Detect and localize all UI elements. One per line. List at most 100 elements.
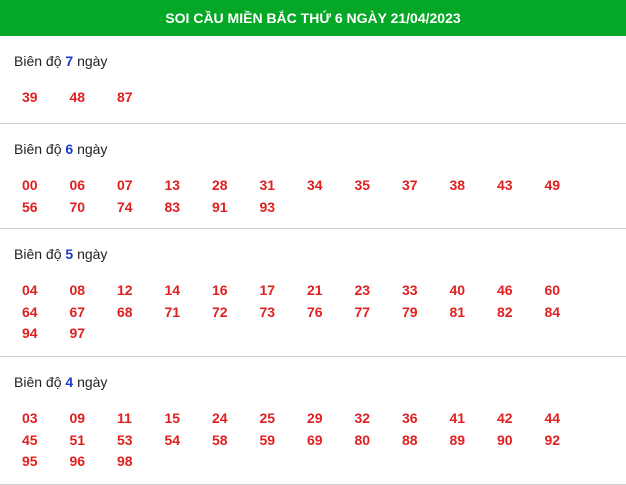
lottery-number: 67 <box>69 303 86 320</box>
section-title-prefix: Biên độ <box>14 246 62 262</box>
range-section-5-days: Biên độ 5 ngày 04 08 12 14 16 17 21 23 33 40 46 60 6… <box>0 229 626 357</box>
range-section-4-days: Biên độ 4 ngày 03 09 11 15 24 25 29 32 36 41 42 44 4… <box>0 357 626 485</box>
lottery-number: 94 <box>22 325 38 341</box>
lottery-number: 48 <box>69 89 86 105</box>
lottery-number: 64 <box>22 303 38 320</box>
lottery-number: 82 <box>497 303 513 320</box>
lottery-number: 74 <box>117 198 133 215</box>
lottery-number: 12 <box>117 282 133 298</box>
lottery-number: 39 <box>22 89 38 105</box>
section-title-suffix: ngày <box>77 374 108 390</box>
range-value: 7 <box>65 53 74 69</box>
lottery-number: 42 <box>497 410 513 426</box>
lottery-number: 95 <box>22 453 38 469</box>
section-title-prefix: Biên độ <box>14 374 62 390</box>
lottery-number: 73 <box>259 303 276 320</box>
lottery-number: 69 <box>307 431 323 448</box>
lottery-number: 04 <box>22 282 38 298</box>
lottery-number: 88 <box>402 431 418 448</box>
lottery-number: 44 <box>544 410 561 426</box>
lottery-number: 33 <box>402 282 418 298</box>
lottery-number: 24 <box>212 410 228 426</box>
lottery-number: 71 <box>164 303 181 320</box>
lottery-number: 96 <box>69 453 86 469</box>
lottery-number: 25 <box>259 410 276 426</box>
number-list: 03 09 11 15 24 25 29 32 36 41 42 44 45 51 53 54 58 59 69 80… <box>0 408 626 473</box>
lottery-number: 36 <box>402 410 418 426</box>
range-section-6-days: Biên độ 6 ngày 00 06 07 13 28 31 34 35 37 38 43 49 5… <box>0 124 626 229</box>
section-title-prefix: Biên độ <box>14 141 62 157</box>
range-value: 6 <box>65 141 74 157</box>
lottery-number: 13 <box>164 177 181 193</box>
lottery-number: 16 <box>212 282 228 298</box>
lottery-number: 31 <box>259 177 276 193</box>
lottery-number: 98 <box>117 453 133 469</box>
lottery-number: 51 <box>69 431 86 448</box>
lottery-number: 00 <box>22 177 38 193</box>
lottery-number: 08 <box>69 282 86 298</box>
lottery-number: 07 <box>117 177 133 193</box>
lottery-number: 79 <box>402 303 418 320</box>
lottery-number: 34 <box>307 177 323 193</box>
section-title-suffix: ngày <box>77 141 108 157</box>
lottery-number: 46 <box>497 282 513 298</box>
section-title-suffix: ngày <box>77 246 108 262</box>
lottery-number: 21 <box>307 282 323 298</box>
lottery-number: 83 <box>164 198 181 215</box>
lottery-number: 54 <box>164 431 181 448</box>
section-title-prefix: Biên độ <box>14 53 62 69</box>
lottery-number: 84 <box>544 303 561 320</box>
lottery-number: 70 <box>69 198 86 215</box>
section-title-suffix: ngày <box>77 53 108 69</box>
lottery-number: 90 <box>497 431 513 448</box>
number-list: 04 08 12 14 16 17 21 23 33 40 46 60 64 67 68 71 72 73 76 77… <box>0 280 626 345</box>
page-header: SOI CẦU MIỀN BẮC THỨ 6 NGÀY 21/04/2023 <box>0 0 626 36</box>
lottery-number: 23 <box>354 282 371 298</box>
number-list: 39 48 87 <box>0 87 626 109</box>
lottery-number: 77 <box>354 303 371 320</box>
lottery-number: 14 <box>164 282 181 298</box>
lottery-number: 76 <box>307 303 323 320</box>
lottery-number: 09 <box>69 410 86 426</box>
lottery-number: 43 <box>497 177 513 193</box>
range-value: 4 <box>65 374 74 390</box>
lottery-number: 37 <box>402 177 418 193</box>
lottery-number: 49 <box>544 177 561 193</box>
lottery-number: 17 <box>259 282 276 298</box>
lottery-number: 58 <box>212 431 228 448</box>
section-title: Biên độ 6 ngày <box>0 124 626 157</box>
lottery-number: 38 <box>449 177 466 193</box>
lottery-number: 15 <box>164 410 181 426</box>
lottery-number: 80 <box>354 431 371 448</box>
lottery-number: 56 <box>22 198 38 215</box>
lottery-number: 06 <box>69 177 86 193</box>
lottery-number: 32 <box>354 410 371 426</box>
lottery-number: 29 <box>307 410 323 426</box>
number-list: 00 06 07 13 28 31 34 35 37 38 43 49 56 70 74 83 91 93 <box>0 175 626 218</box>
lottery-number: 93 <box>259 198 276 215</box>
lottery-number: 35 <box>354 177 371 193</box>
lottery-number: 11 <box>117 410 132 426</box>
lottery-number: 59 <box>259 431 276 448</box>
lottery-number: 53 <box>117 431 133 448</box>
lottery-number: 97 <box>69 325 86 341</box>
lottery-number: 45 <box>22 431 38 448</box>
section-title: Biên độ 5 ngày <box>0 229 626 262</box>
section-title: Biên độ 4 ngày <box>0 357 626 390</box>
lottery-number: 40 <box>449 282 466 298</box>
lottery-number: 91 <box>212 198 228 215</box>
lottery-number: 68 <box>117 303 133 320</box>
page-title: SOI CẦU MIỀN BẮC THỨ 6 NGÀY 21/04/2023 <box>165 10 461 26</box>
lottery-number: 72 <box>212 303 228 320</box>
lottery-number: 28 <box>212 177 228 193</box>
section-title: Biên độ 7 ngày <box>0 36 626 69</box>
lottery-number: 03 <box>22 410 38 426</box>
lottery-number: 41 <box>449 410 466 426</box>
range-value: 5 <box>65 246 74 262</box>
lottery-number: 87 <box>117 89 133 105</box>
lottery-number: 81 <box>449 303 466 320</box>
lottery-number: 89 <box>449 431 466 448</box>
range-section-7-days: Biên độ 7 ngày 39 48 87 <box>0 36 626 124</box>
lottery-number: 92 <box>544 431 561 448</box>
lottery-number: 60 <box>544 282 561 298</box>
